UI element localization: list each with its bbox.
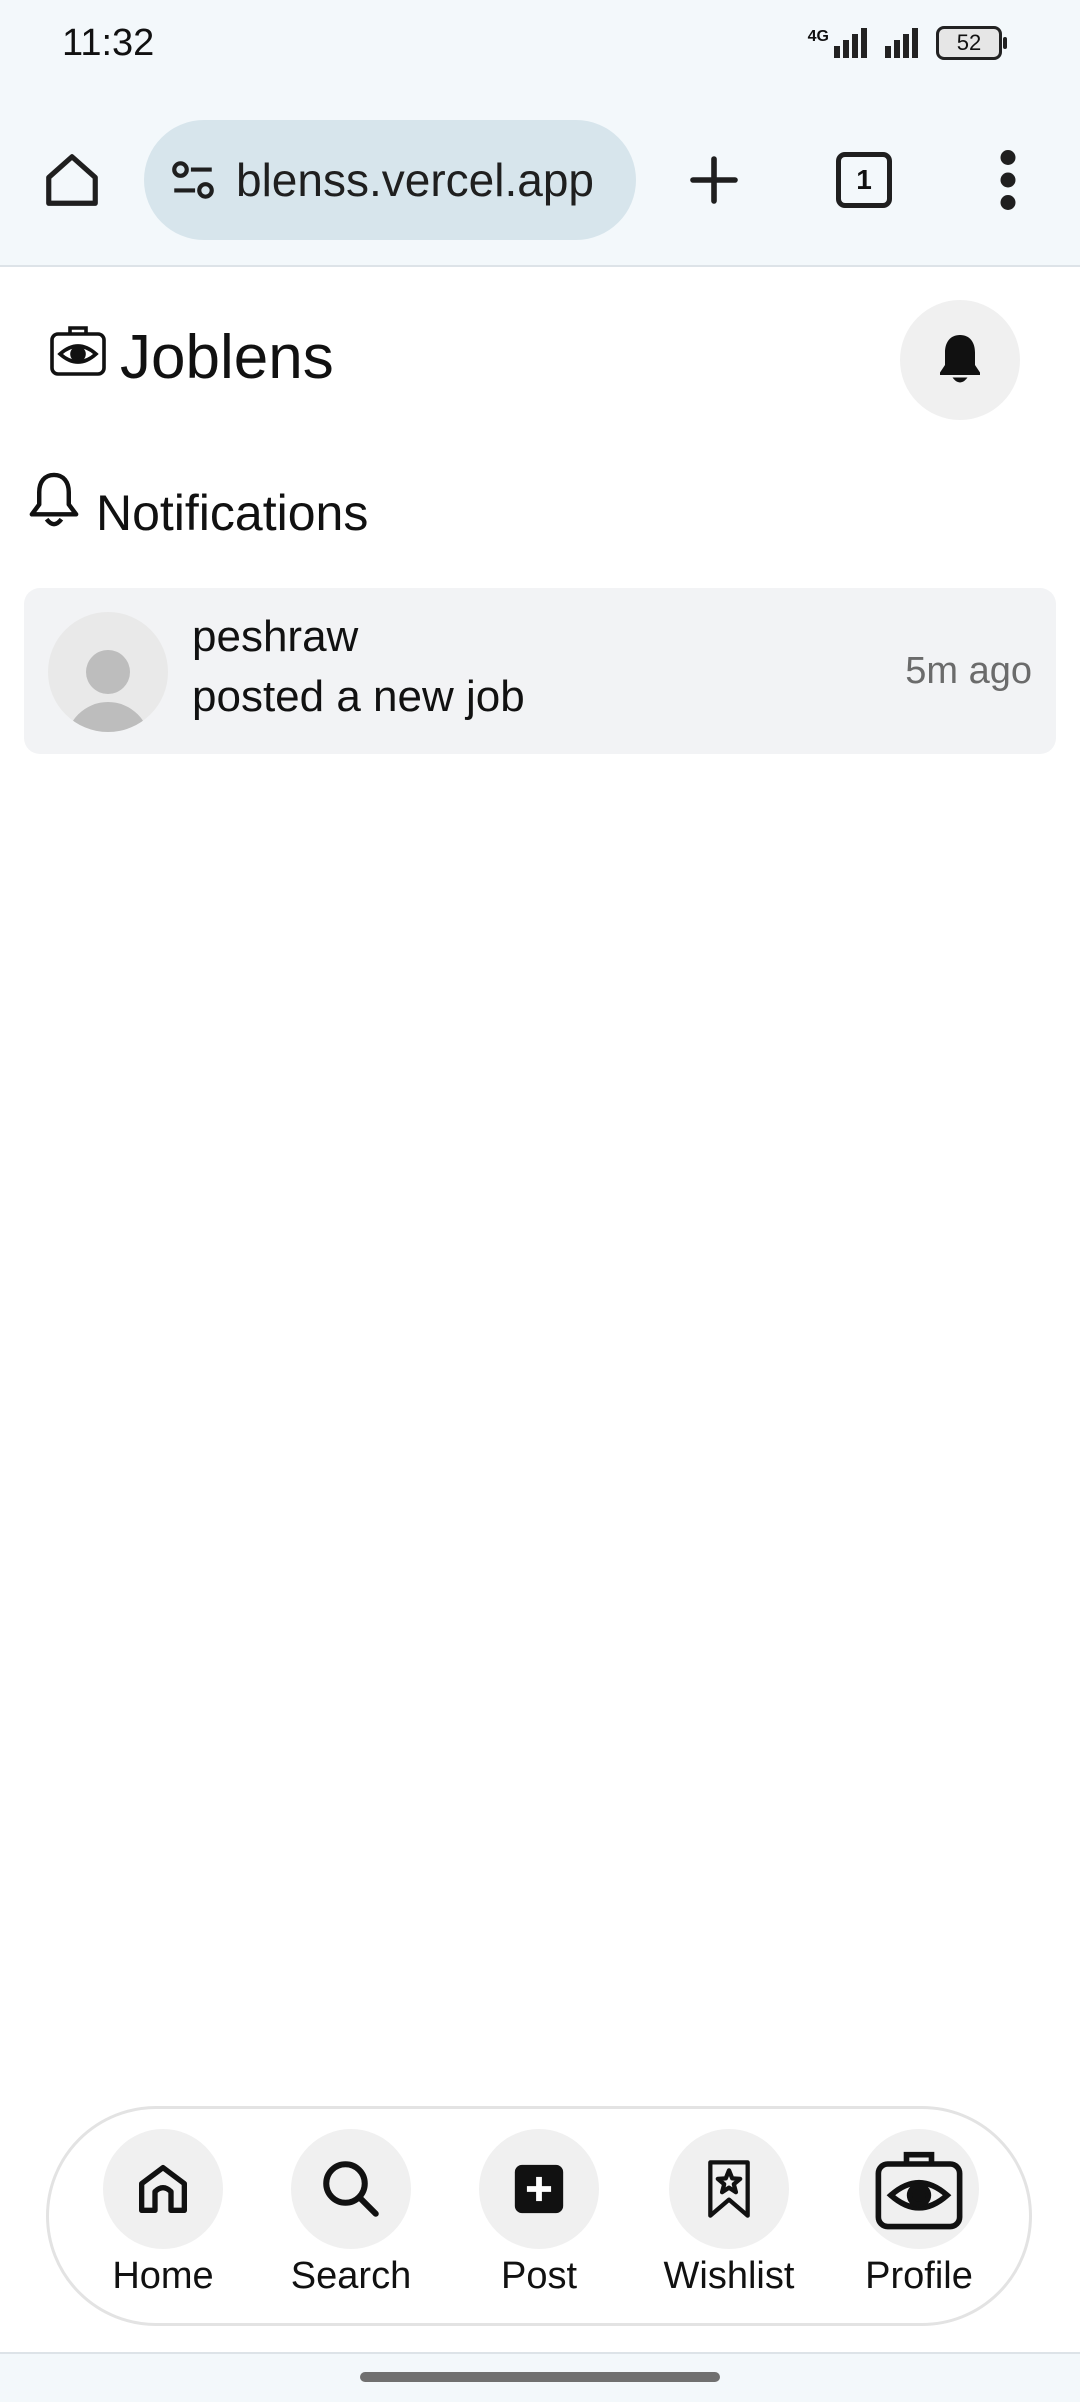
notifications-button[interactable]	[900, 300, 1020, 420]
briefcase-eye-icon	[875, 2151, 963, 2230]
avatar	[48, 612, 168, 732]
notification-item[interactable]: peshraw posted a new job 5m ago	[24, 588, 1056, 754]
nav-wishlist[interactable]: Wishlist	[639, 2129, 819, 2298]
tab-switcher-icon: 1	[836, 152, 892, 208]
bell-outline-icon	[29, 472, 79, 527]
nav-search[interactable]: Search	[261, 2129, 441, 2298]
notifications-heading: Notifications	[96, 485, 369, 541]
nav-profile-label: Profile	[865, 2255, 973, 2297]
url-bar[interactable]: blenss.vercel.app	[144, 120, 636, 240]
notification-message: posted a new job	[192, 672, 525, 721]
home-icon	[139, 2165, 187, 2213]
new-tab-button[interactable]	[674, 140, 754, 220]
browser-chrome: 11:32 4G 52 blenss.vercel.app 1	[0, 0, 1080, 267]
home-icon	[46, 154, 98, 206]
notification-time: 5m ago	[905, 650, 1032, 692]
gesture-area	[0, 2352, 1080, 2402]
status-icons: 4G 52	[808, 26, 1007, 60]
bookmark-star-icon	[708, 2160, 750, 2218]
tab-switcher-button[interactable]: 1	[824, 140, 904, 220]
gesture-bar[interactable]	[360, 2372, 720, 2382]
app-title: Joblens	[120, 323, 334, 392]
bottom-nav: Home Search Post Wishlist Profile	[46, 2106, 1032, 2326]
notification-user: peshraw	[192, 612, 359, 661]
bell-icon	[940, 335, 980, 383]
status-time: 11:32	[62, 22, 155, 64]
browser-home-button[interactable]	[32, 140, 112, 220]
network-4g-icon: 4G	[808, 28, 867, 58]
nav-home[interactable]: Home	[73, 2129, 253, 2298]
nav-post[interactable]: Post	[449, 2129, 629, 2298]
nav-wishlist-label: Wishlist	[663, 2255, 795, 2297]
nav-search-label: Search	[290, 2255, 412, 2297]
briefcase-eye-icon	[50, 326, 106, 376]
battery-level: 52	[956, 30, 982, 55]
app-logo[interactable]	[46, 318, 110, 387]
more-menu-button[interactable]	[968, 140, 1048, 220]
site-settings-icon	[172, 161, 214, 199]
search-icon	[323, 2161, 379, 2217]
nav-home-label: Home	[112, 2255, 214, 2297]
url-text: blenss.vercel.app	[236, 154, 594, 206]
more-menu-icon	[1000, 150, 1016, 210]
notifications-heading-icon	[24, 470, 84, 539]
tab-count: 1	[856, 164, 872, 195]
add-post-icon	[514, 2164, 564, 2214]
nav-post-label: Post	[500, 2255, 578, 2297]
network-label: 4G	[807, 28, 829, 45]
battery-icon: 52	[936, 26, 1007, 60]
new-tab-icon	[690, 156, 738, 204]
signal-icon	[885, 28, 918, 58]
nav-profile[interactable]: Profile	[829, 2129, 1009, 2298]
